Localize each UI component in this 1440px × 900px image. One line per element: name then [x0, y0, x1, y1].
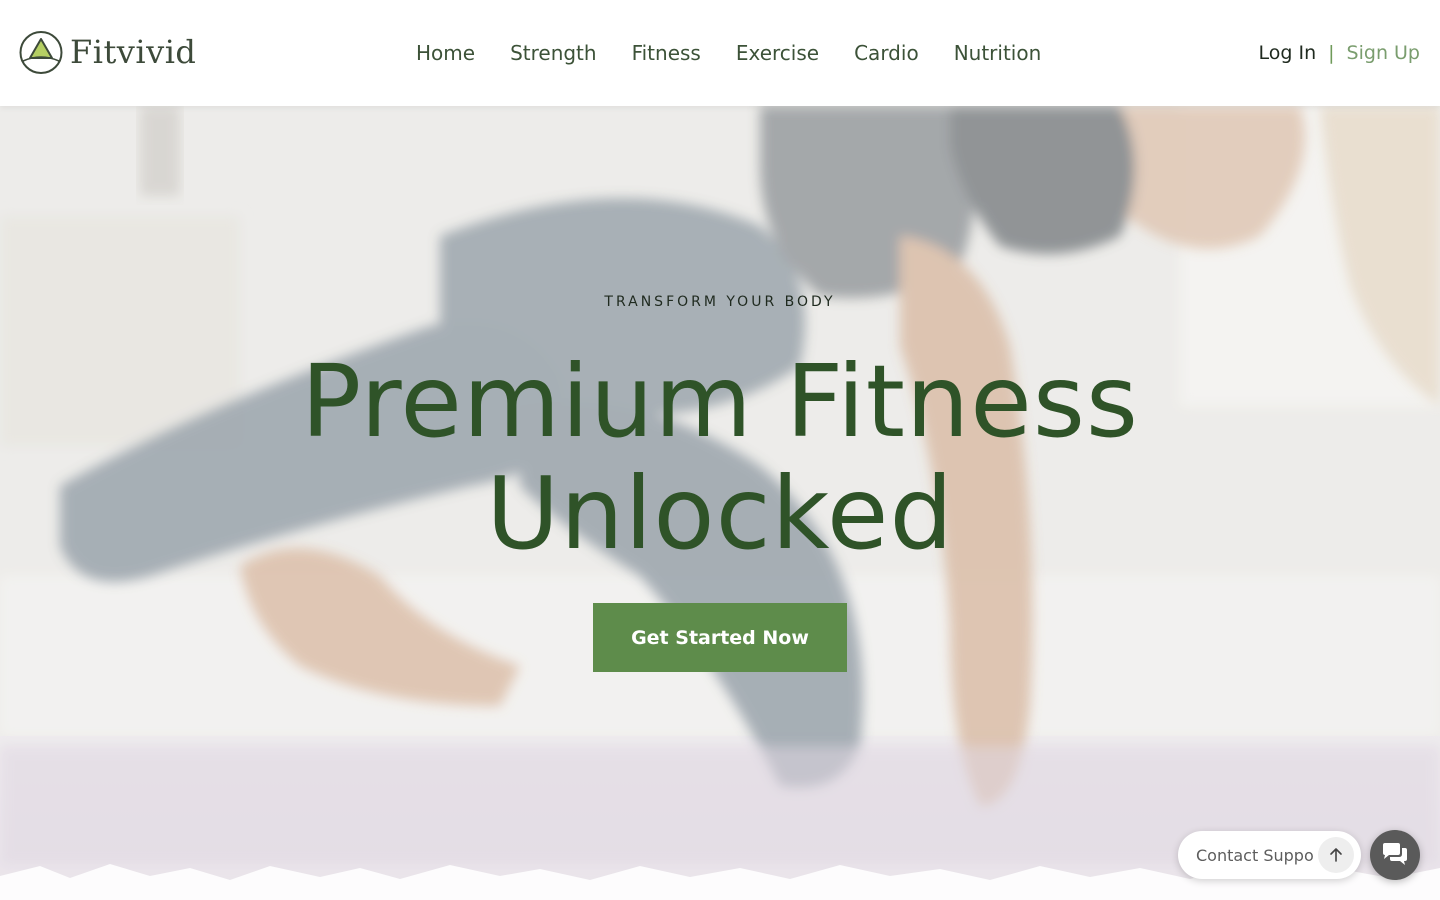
chat-bubbles-icon — [1383, 843, 1407, 865]
hero-title-line-1: Premium Fitness — [300, 343, 1140, 460]
hero-section: TRANSFORM YOUR BODY Premium Fitness Unlo… — [0, 106, 1440, 900]
contact-support-label: Contact Support — [1196, 845, 1314, 865]
auth-separator: | — [1328, 42, 1335, 64]
arrow-up-icon[interactable] — [1318, 837, 1354, 873]
signup-link[interactable]: Sign Up — [1347, 42, 1420, 64]
nav-item-cardio[interactable]: Cardio — [854, 0, 919, 106]
hero-title-line-2: Unlocked — [486, 455, 954, 572]
triangle-badge-icon — [19, 31, 63, 74]
nav-item-home[interactable]: Home — [416, 0, 475, 106]
logo[interactable]: Fitvivid — [19, 29, 196, 76]
hero-title: Premium Fitness Unlocked — [0, 346, 1440, 570]
nav-item-fitness[interactable]: Fitness — [632, 0, 701, 106]
site-header: Fitvivid Home Strength Fitness Exercise … — [0, 0, 1440, 106]
contact-support-widget[interactable]: Contact Support — [1178, 831, 1361, 879]
hero-kicker: TRANSFORM YOUR BODY — [604, 294, 836, 310]
nav-item-nutrition[interactable]: Nutrition — [954, 0, 1042, 106]
nav-item-strength[interactable]: Strength — [510, 0, 597, 106]
brand-name: Fitvivid — [70, 33, 197, 71]
nav-item-exercise[interactable]: Exercise — [736, 0, 819, 106]
auth-links: Log In | Sign Up — [1259, 0, 1420, 106]
main-nav: Home Strength Fitness Exercise Cardio Nu… — [416, 0, 1041, 106]
chat-button[interactable] — [1370, 830, 1420, 880]
get-started-button[interactable]: Get Started Now — [593, 603, 847, 672]
login-link[interactable]: Log In — [1259, 42, 1317, 64]
